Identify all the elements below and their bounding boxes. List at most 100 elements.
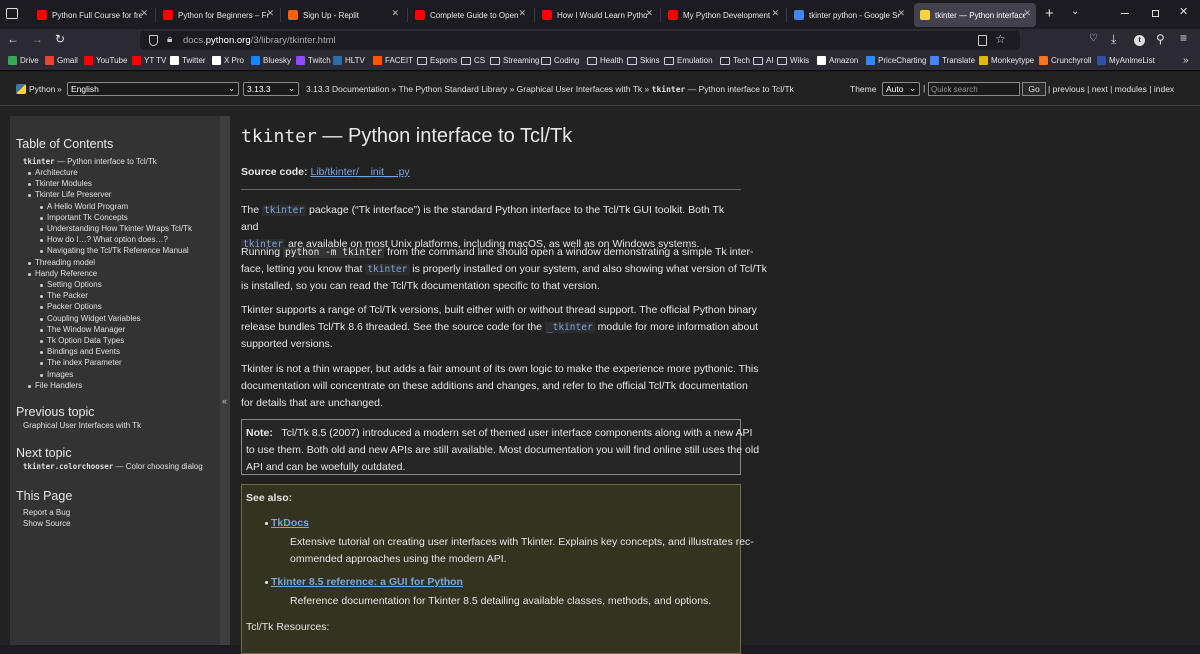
bookmark-star-icon[interactable]: ☆ (995, 32, 1006, 46)
pocket-icon[interactable]: ♡ (1089, 33, 1098, 44)
bookmark-tech[interactable]: Tech (720, 56, 750, 65)
firefox-view-icon[interactable] (6, 8, 18, 19)
toc-item[interactable]: Navigating the Tcl/Tk Reference Manual (47, 246, 189, 255)
tab[interactable]: tkinter python - Google Se ✕ (788, 3, 910, 27)
list-all-tabs-icon[interactable]: ⌄ (1071, 6, 1079, 17)
toc-item[interactable]: Tk Option Data Types (47, 336, 124, 345)
bookmark-skins[interactable]: Skins (627, 56, 660, 65)
tab[interactable]: How I Would Learn Python ✕ (536, 3, 658, 27)
toc-item[interactable]: Tkinter Modules (35, 179, 92, 188)
bookmark-hltv[interactable]: HLTV (333, 56, 365, 65)
toc-item[interactable]: Coupling Widget Variables (47, 314, 141, 323)
breadcrumb-docs[interactable]: 3.13.3 Documentation (306, 84, 389, 94)
forward-icon[interactable]: → (31, 32, 43, 46)
modules-link[interactable]: modules (1115, 84, 1147, 94)
toc-item[interactable]: Threading model (35, 258, 95, 267)
previous-topic-link[interactable]: Graphical User Interfaces with Tk (23, 421, 141, 430)
toc-item[interactable]: Images (47, 370, 73, 379)
bookmark-yt-tv[interactable]: YT TV (132, 56, 166, 65)
bookmark-faceit[interactable]: FACEIT (373, 56, 413, 65)
breadcrumb-stdlib[interactable]: The Python Standard Library (399, 84, 508, 94)
close-tab-icon[interactable]: ✕ (897, 8, 905, 19)
toc-item[interactable]: The index Parameter (47, 358, 122, 367)
reload-icon[interactable]: ↻ (55, 32, 65, 46)
close-window-button[interactable]: ✕ (1179, 5, 1188, 18)
bookmark-cs[interactable]: CS (461, 56, 485, 65)
bookmark-myanimelist[interactable]: MyAnimeList (1097, 56, 1155, 65)
close-tab-icon[interactable]: ✕ (266, 8, 274, 19)
restore-button[interactable] (1152, 10, 1159, 17)
bookmark-gmail[interactable]: Gmail (45, 56, 78, 65)
show-source-link[interactable]: Show Source (23, 519, 71, 528)
toc-item[interactable]: The Packer (47, 291, 88, 300)
toc-item[interactable]: Tkinter Life Preserver (35, 190, 111, 199)
toc-item[interactable]: How do I…? What option does…? (47, 235, 168, 244)
close-tab-icon[interactable]: ✕ (391, 8, 399, 19)
sidebar-collapse-button[interactable]: « (220, 116, 230, 645)
bookmark-amazon[interactable]: Amazon (817, 56, 858, 65)
previous-link[interactable]: previous (1053, 84, 1085, 94)
close-tab-icon[interactable]: ✕ (771, 8, 779, 19)
close-tab-icon[interactable]: ✕ (518, 8, 526, 19)
tab[interactable]: Sign Up - Replit ✕ (282, 3, 404, 27)
bookmark-monkeytype[interactable]: Monkeytype (979, 56, 1034, 65)
shield-icon[interactable] (149, 35, 158, 46)
quick-search-input[interactable]: Quick search (928, 82, 1020, 96)
minimize-button[interactable] (1121, 13, 1129, 14)
more-bookmarks-icon[interactable]: » (1183, 55, 1189, 66)
bookmark-x-pro[interactable]: X Pro (212, 56, 244, 65)
index-link[interactable]: index (1154, 84, 1174, 94)
bookmark-wikis[interactable]: Wikis (777, 56, 809, 65)
toc-top-link[interactable]: tkinter — Python interface to Tcl/Tk (23, 157, 157, 166)
toc-item[interactable]: Understanding How Tkinter Wraps Tcl/Tk (47, 224, 192, 233)
bookmark-translate[interactable]: Translate (930, 56, 975, 65)
tab[interactable]: Complete Guide to Open S ✕ (409, 3, 531, 27)
bookmark-crunchyroll[interactable]: Crunchyroll (1039, 56, 1091, 65)
tab[interactable]: Python Full Course for free ✕ (31, 3, 153, 27)
menu-icon[interactable]: ≡ (1180, 31, 1187, 45)
next-link[interactable]: next (1092, 84, 1108, 94)
close-tab-icon[interactable]: ✕ (140, 8, 148, 19)
toc-item[interactable]: Packer Options (47, 302, 102, 311)
bookmark-ai[interactable]: AI (753, 56, 774, 65)
report-bug-link[interactable]: Report a Bug (23, 508, 70, 517)
toc-item[interactable]: The Window Manager (47, 325, 125, 334)
source-code-link[interactable]: Lib/tkinter/__init__.py (310, 166, 409, 178)
toc-item[interactable]: Setting Options (47, 280, 102, 289)
search-go-button[interactable]: Go (1022, 82, 1046, 96)
breadcrumb-gui[interactable]: Graphical User Interfaces with Tk (517, 84, 643, 94)
version-select[interactable]: 3.13.3 ⌄ (243, 82, 299, 96)
bookmark-coding[interactable]: Coding (541, 56, 579, 65)
bookmark-twitter[interactable]: Twitter (170, 56, 206, 65)
downloads-icon[interactable]: ⤓ (1111, 32, 1116, 47)
lock-icon[interactable]: 🔒︎ (167, 34, 172, 45)
tkdocs-link[interactable]: TkDocs (271, 515, 309, 532)
bookmark-youtube[interactable]: YouTube (84, 56, 127, 65)
bookmark-drive[interactable]: Drive (8, 56, 39, 65)
tkinter-reference-link[interactable]: Tkinter 8.5 reference: a GUI for Python (271, 574, 463, 591)
python-home-link[interactable]: Python (29, 84, 55, 94)
toc-item[interactable]: File Handlers (35, 381, 82, 390)
toc-item[interactable]: A Hello World Program (47, 202, 128, 211)
back-icon[interactable]: ← (7, 32, 19, 46)
close-tab-icon[interactable]: ✕ (1023, 8, 1031, 19)
toc-item[interactable]: Bindings and Events (47, 347, 120, 356)
bookmark-streaming[interactable]: Streaming (490, 56, 539, 65)
tab[interactable]: tkinter — Python interface ✕ (914, 3, 1036, 27)
next-topic-link[interactable]: tkinter.colorchooser — Color choosing di… (23, 462, 203, 471)
extensions-icon[interactable]: ⚲ (1156, 32, 1165, 46)
new-tab-button[interactable]: + (1045, 5, 1054, 22)
tab[interactable]: Python for Beginners – Full ✕ (157, 3, 279, 27)
bookmark-twitch[interactable]: Twitch (296, 56, 331, 65)
bookmark-pricecharting[interactable]: PriceCharting (866, 56, 926, 65)
toc-item[interactable]: Architecture (35, 168, 78, 177)
bookmark-emulation[interactable]: Emulation (664, 56, 713, 65)
toc-item[interactable]: Handy Reference (35, 269, 97, 278)
bookmark-bluesky[interactable]: Bluesky (251, 56, 291, 65)
toc-item[interactable]: Important Tk Concepts (47, 213, 128, 222)
language-select[interactable]: English ⌄ (67, 82, 239, 96)
tab[interactable]: My Python Development E ✕ (662, 3, 784, 27)
theme-select[interactable]: Auto ⌄ (882, 82, 920, 96)
close-tab-icon[interactable]: ✕ (645, 8, 653, 19)
account-avatar[interactable]: t (1134, 35, 1145, 46)
